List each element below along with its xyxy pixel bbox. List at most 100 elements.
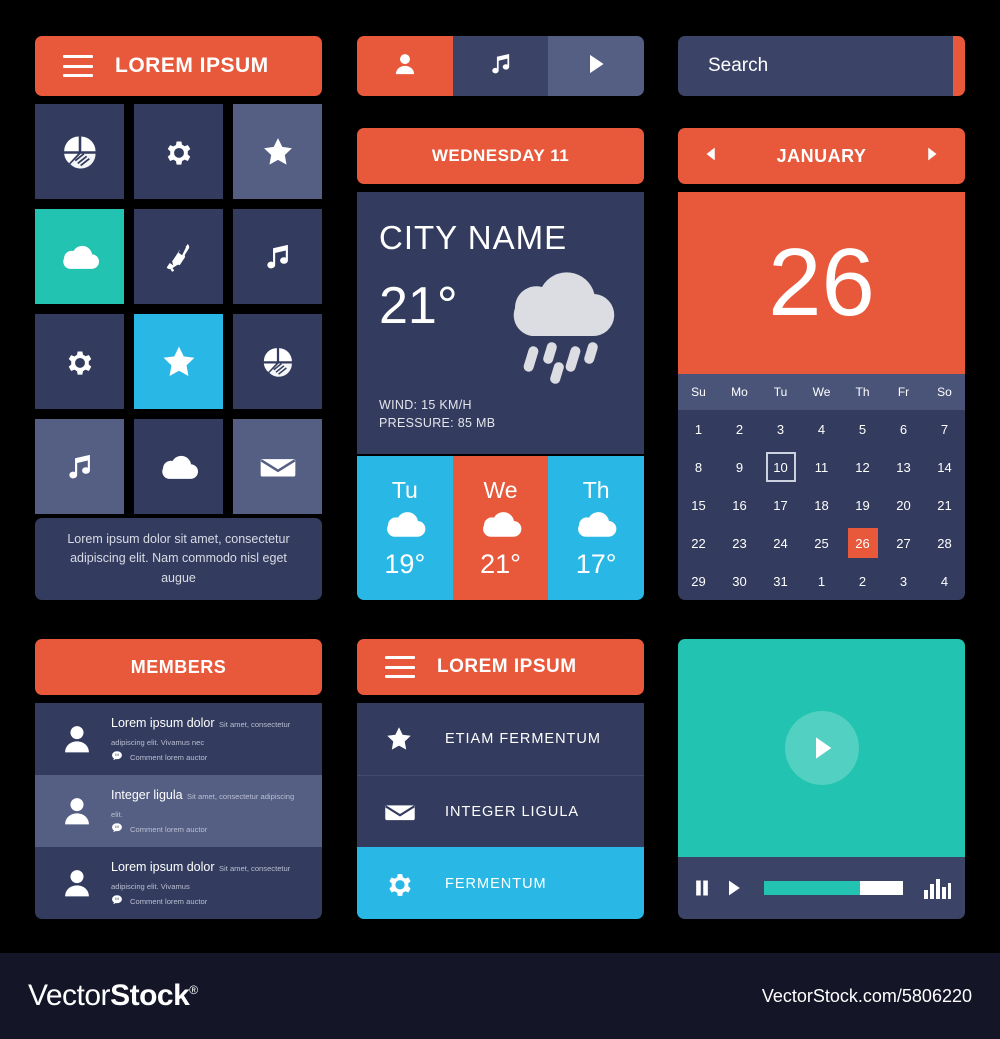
tile-music-2[interactable] xyxy=(35,419,124,514)
members-header: MEMBERS xyxy=(35,639,322,695)
brand-bold: Stock xyxy=(110,979,190,1012)
equalizer-icon[interactable] xyxy=(923,876,951,900)
chevron-right-icon[interactable] xyxy=(923,145,941,168)
forecast-day[interactable]: We 21° xyxy=(452,456,549,600)
calendar-day[interactable]: 19 xyxy=(848,490,878,520)
calendar-day-today[interactable]: 26 xyxy=(847,528,878,558)
member-name: Lorem ipsum dolor xyxy=(111,860,215,874)
tile-cloud-2[interactable] xyxy=(134,419,223,514)
members-list: Lorem ipsum dolor Sit amet, consectetur … xyxy=(35,703,322,919)
calendar-day[interactable]: 2 xyxy=(725,414,755,444)
calendar-day[interactable]: 23 xyxy=(725,528,755,558)
calendar-day[interactable]: 13 xyxy=(889,452,919,482)
calendar-weekday: Su xyxy=(691,385,706,399)
calendar-day[interactable]: 4 xyxy=(930,566,960,596)
member-row[interactable]: Lorem ipsum dolor Sit amet, consectetur … xyxy=(35,703,322,775)
weather-pressure: PRESSURE: 85 MB xyxy=(379,415,496,430)
tile-pie-chart-2[interactable] xyxy=(233,314,322,409)
forecast-day[interactable]: Th 17° xyxy=(548,456,644,600)
forecast-day[interactable]: Tu 19° xyxy=(357,456,453,600)
calendar-day[interactable]: 4 xyxy=(807,414,837,444)
calendar-day[interactable]: 22 xyxy=(684,528,714,558)
tile-pie-chart[interactable] xyxy=(35,104,124,199)
cloud-icon xyxy=(477,509,525,544)
calendar-day-outlined[interactable]: 10 xyxy=(765,452,796,482)
search-input[interactable] xyxy=(678,36,953,96)
description-text: Lorem ipsum dolor sit amet, consectetur … xyxy=(67,531,290,585)
calendar-day[interactable]: 28 xyxy=(930,528,960,558)
gear-icon xyxy=(161,134,197,170)
tile-mail[interactable] xyxy=(233,419,322,514)
calendar-day[interactable]: 3 xyxy=(766,414,796,444)
tab-music[interactable] xyxy=(452,36,549,96)
calendar-day[interactable]: 27 xyxy=(889,528,919,558)
hamburger-icon[interactable] xyxy=(385,656,415,678)
calendar-day[interactable]: 14 xyxy=(930,452,960,482)
calendar-day[interactable]: 30 xyxy=(725,566,755,596)
tile-phone[interactable] xyxy=(134,209,223,304)
tile-favorites-2[interactable] xyxy=(134,314,223,409)
app-menu-header[interactable]: LOREM IPSUM xyxy=(35,36,322,96)
calendar-day[interactable]: 3 xyxy=(889,566,919,596)
hamburger-icon[interactable] xyxy=(63,55,93,77)
nav-item-fermentum[interactable]: FERMENTUM xyxy=(357,847,644,919)
play-circle-icon[interactable] xyxy=(784,711,859,785)
calendar-day[interactable]: 5 xyxy=(848,414,878,444)
calendar-day[interactable]: 6 xyxy=(889,414,919,444)
calendar-day-grid: 1 2 3 4 5 6 7 8 9 10 11 12 13 14 15 16 1… xyxy=(678,410,965,600)
video-screen xyxy=(678,639,965,857)
tile-settings[interactable] xyxy=(134,104,223,199)
calendar-day[interactable]: 1 xyxy=(684,414,714,444)
tile-settings-2[interactable] xyxy=(35,314,124,409)
envelope-icon xyxy=(383,795,445,829)
calendar-day[interactable]: 7 xyxy=(930,414,960,444)
calendar-day[interactable]: 25 xyxy=(807,528,837,558)
calendar-selected-day-banner: 26 xyxy=(678,192,965,374)
calendar-day[interactable]: 24 xyxy=(766,528,796,558)
registered-mark: ® xyxy=(189,983,198,997)
calendar-day[interactable]: 18 xyxy=(807,490,837,520)
nav-item-etiam-fermentum[interactable]: ETIAM FERMENTUM xyxy=(357,703,644,775)
member-row[interactable]: Integer ligula Sit amet, consectetur adi… xyxy=(35,775,322,847)
calendar-day[interactable]: 16 xyxy=(725,490,755,520)
app-menu-title: LOREM IPSUM xyxy=(115,54,269,77)
member-row[interactable]: Lorem ipsum dolor Sit amet, consectetur … xyxy=(35,847,322,919)
cloud-icon xyxy=(572,509,620,544)
tile-cloud[interactable] xyxy=(35,209,124,304)
members-title: MEMBERS xyxy=(130,656,227,677)
calendar-weekday: Mo xyxy=(731,385,748,399)
calendar-day[interactable]: 15 xyxy=(684,490,714,520)
gear-icon xyxy=(383,867,445,901)
calendar-day[interactable]: 9 xyxy=(725,452,755,482)
calendar-weekday-row: Su Mo Tu We Th Fr So xyxy=(678,374,965,410)
description-card: Lorem ipsum dolor sit amet, consectetur … xyxy=(35,518,322,600)
chevron-left-icon[interactable] xyxy=(702,145,720,168)
search-bar xyxy=(678,36,965,96)
forecast-temp: 21° xyxy=(480,548,521,579)
calendar-day[interactable]: 11 xyxy=(807,452,837,482)
calendar-day[interactable]: 8 xyxy=(684,452,714,482)
nav-item-integer-ligula[interactable]: INTEGER LIGULA xyxy=(357,775,644,847)
search-button[interactable] xyxy=(953,36,965,96)
play-icon[interactable] xyxy=(724,877,744,899)
nav-menu-header[interactable]: LOREM IPSUM xyxy=(357,639,644,695)
calendar-day[interactable]: 31 xyxy=(766,566,796,596)
tile-music[interactable] xyxy=(233,209,322,304)
tab-play[interactable] xyxy=(548,36,644,96)
calendar-day[interactable]: 29 xyxy=(684,566,714,596)
calendar-weekday: So xyxy=(937,385,952,399)
segmented-tab-bar xyxy=(357,36,644,96)
tile-favorites[interactable] xyxy=(233,104,322,199)
pause-icon[interactable] xyxy=(692,877,712,899)
video-progress-bar[interactable] xyxy=(764,881,903,895)
calendar-day[interactable]: 17 xyxy=(766,490,796,520)
calendar-day[interactable]: 1 xyxy=(807,566,837,596)
music-note-icon xyxy=(261,240,295,274)
calendar-day[interactable]: 21 xyxy=(930,490,960,520)
calendar-day[interactable]: 2 xyxy=(848,566,878,596)
calendar-day[interactable]: 20 xyxy=(889,490,919,520)
tab-profile[interactable] xyxy=(357,36,453,96)
nav-item-label: INTEGER LIGULA xyxy=(445,803,580,820)
calendar-selected-day: 26 xyxy=(768,229,875,336)
calendar-day[interactable]: 12 xyxy=(848,452,878,482)
